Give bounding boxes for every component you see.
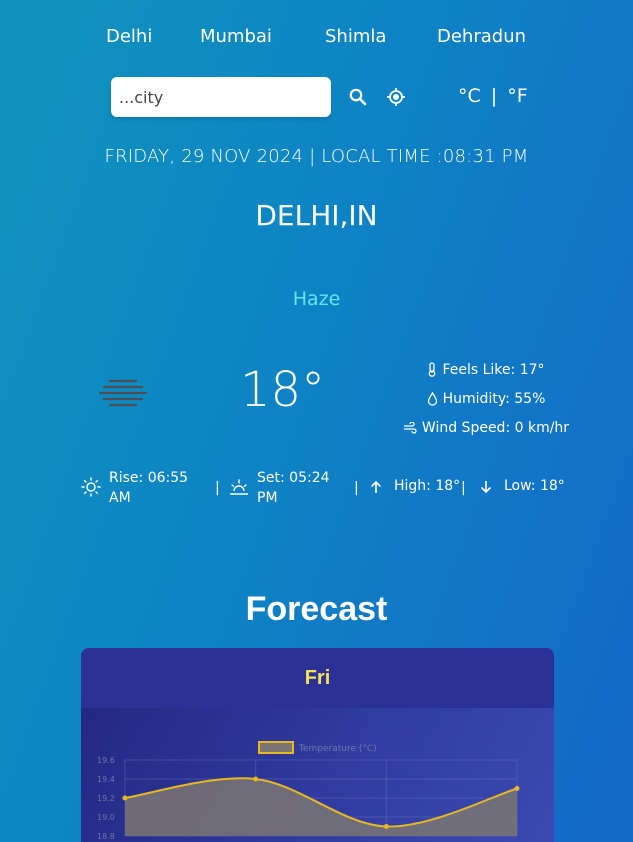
droplet-icon bbox=[427, 391, 437, 406]
forecast-title: Forecast bbox=[245, 590, 388, 628]
location-icon[interactable] bbox=[386, 87, 406, 107]
y-tick-label: 19.2 bbox=[97, 794, 115, 803]
legend-swatch bbox=[258, 741, 294, 754]
separator: | bbox=[215, 480, 220, 496]
forecast-chart-area: 19.6 19.4 19.2 19.0 18.8 Temperature (°C) bbox=[81, 708, 554, 842]
wind-icon bbox=[403, 421, 417, 434]
humidity-row: Humidity: 55% bbox=[386, 384, 586, 413]
feels-like-row: Feels Like: 17° bbox=[386, 355, 586, 384]
weather-details: Feels Like: 17° Humidity: 55% Wind Speed… bbox=[386, 355, 586, 442]
separator: | bbox=[354, 480, 359, 496]
unit-toggle: °C | °F bbox=[458, 85, 528, 107]
sunrise-text: Rise: 06:55 AM bbox=[109, 470, 189, 506]
date-time: FRIDAY, 29 NOV 2024 | LOCAL TIME :08:31 … bbox=[104, 146, 529, 167]
celsius-button[interactable]: °C bbox=[458, 85, 481, 107]
humidity-text: Humidity: 55% bbox=[442, 390, 546, 407]
forecast-card: Fri 19.6 19.4 19.2 19.0 18.8 Temperature (°C) bbox=[81, 648, 554, 842]
arrow-down-icon bbox=[480, 481, 492, 494]
y-tick-label: 19.0 bbox=[97, 813, 115, 822]
separator: | bbox=[461, 480, 466, 496]
forecast-card-header: Fri bbox=[81, 648, 554, 708]
city-link-mumbai[interactable]: Mumbai bbox=[200, 26, 272, 47]
city-link-delhi[interactable]: Delhi bbox=[106, 26, 152, 47]
sunset-text: Set: 05:24 PM bbox=[257, 470, 330, 506]
temperature-chart: 19.6 19.4 19.2 19.0 18.8 Temperature (°C) bbox=[97, 741, 520, 841]
high-temp-item: High: 18° bbox=[368, 478, 460, 494]
sunrise-icon bbox=[81, 477, 101, 497]
search-icon[interactable] bbox=[348, 87, 368, 107]
data-point bbox=[514, 786, 520, 791]
data-point bbox=[122, 795, 128, 801]
wind-speed-text: Wind Speed: 0 km/hr bbox=[421, 419, 570, 436]
weather-condition: Haze bbox=[292, 288, 341, 310]
low-temp-text: Low: 18° bbox=[504, 478, 565, 494]
unit-separator: | bbox=[490, 85, 498, 107]
city-link-dehradun[interactable]: Dehradun bbox=[437, 26, 526, 47]
data-point bbox=[253, 776, 259, 782]
forecast-day: Fri bbox=[304, 666, 331, 689]
high-temp-text: High: 18° bbox=[394, 478, 461, 494]
temperature-area bbox=[125, 778, 517, 836]
sunrise-item: Rise: 06:55 AM bbox=[80, 468, 199, 508]
location-title: DELHI,IN bbox=[255, 199, 378, 232]
y-tick-label: 18.8 bbox=[97, 832, 115, 841]
arrow-up-icon bbox=[370, 480, 382, 493]
fahrenheit-button[interactable]: °F bbox=[507, 85, 527, 107]
data-point bbox=[383, 824, 389, 829]
search-input[interactable] bbox=[111, 77, 331, 117]
low-temp-item: Low: 18° bbox=[480, 478, 565, 494]
haze-icon bbox=[98, 378, 148, 408]
thermometer-icon bbox=[429, 362, 436, 377]
sunset-icon bbox=[230, 479, 248, 495]
sunset-item: Set: 05:24 PM bbox=[228, 468, 337, 508]
y-tick-label: 19.6 bbox=[97, 756, 115, 765]
city-link-shimla[interactable]: Shimla bbox=[325, 26, 386, 47]
y-tick-label: 19.4 bbox=[97, 775, 115, 784]
search-bar: °C | °F bbox=[111, 77, 541, 117]
feels-like-text: Feels Like: 17° bbox=[442, 361, 545, 378]
wind-speed-row: Wind Speed: 0 km/hr bbox=[386, 413, 586, 442]
legend-label: Temperature (°C) bbox=[298, 744, 377, 754]
sun-and-range-row: Rise: 06:55 AM | Set: 05:24 PM | High: 1… bbox=[80, 468, 570, 508]
current-temperature: 18° bbox=[240, 362, 326, 418]
